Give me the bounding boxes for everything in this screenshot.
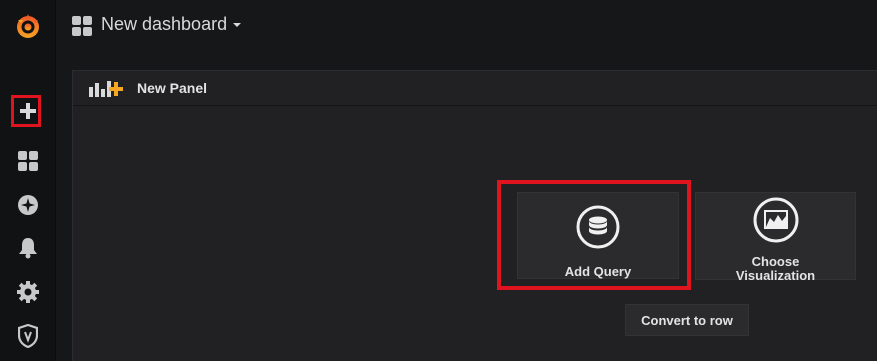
new-panel: New Panel Add Query Choose Visualization…	[72, 70, 877, 361]
add-query-highlight-box	[497, 180, 691, 290]
area-chart-icon	[753, 197, 799, 248]
choose-visualization-line2: Visualization	[735, 268, 816, 283]
dashboard-title: New dashboard	[101, 14, 228, 34]
dashboards-icon[interactable]	[0, 141, 55, 181]
grafana-logo-icon[interactable]	[0, 6, 55, 46]
explore-compass-icon[interactable]	[0, 185, 55, 225]
configuration-gear-icon[interactable]	[0, 272, 55, 312]
choose-visualization-label: Choose Visualization	[736, 255, 815, 283]
panel-header: New Panel	[73, 71, 877, 106]
choose-visualization-button[interactable]: Choose Visualization	[695, 192, 856, 283]
choose-visualization-line1: Choose	[751, 254, 800, 269]
dashboard-grid-icon	[72, 16, 92, 41]
panel-title: New Panel	[137, 80, 208, 96]
convert-to-row-button[interactable]: Convert to row	[625, 304, 749, 336]
dashboard-navbar: New dashboard	[56, 0, 877, 52]
grafana-app: New dashboard New Panel Add Query Choose…	[0, 0, 877, 361]
sidebar	[0, 0, 56, 361]
add-panel-chart-icon	[87, 78, 123, 103]
server-admin-shield-icon[interactable]	[0, 316, 55, 356]
dashboard-title-dropdown[interactable]: New dashboard	[101, 14, 242, 35]
alerting-bell-icon[interactable]	[0, 228, 55, 268]
plus-highlight-box	[11, 95, 41, 127]
chevron-down-icon	[233, 23, 242, 28]
